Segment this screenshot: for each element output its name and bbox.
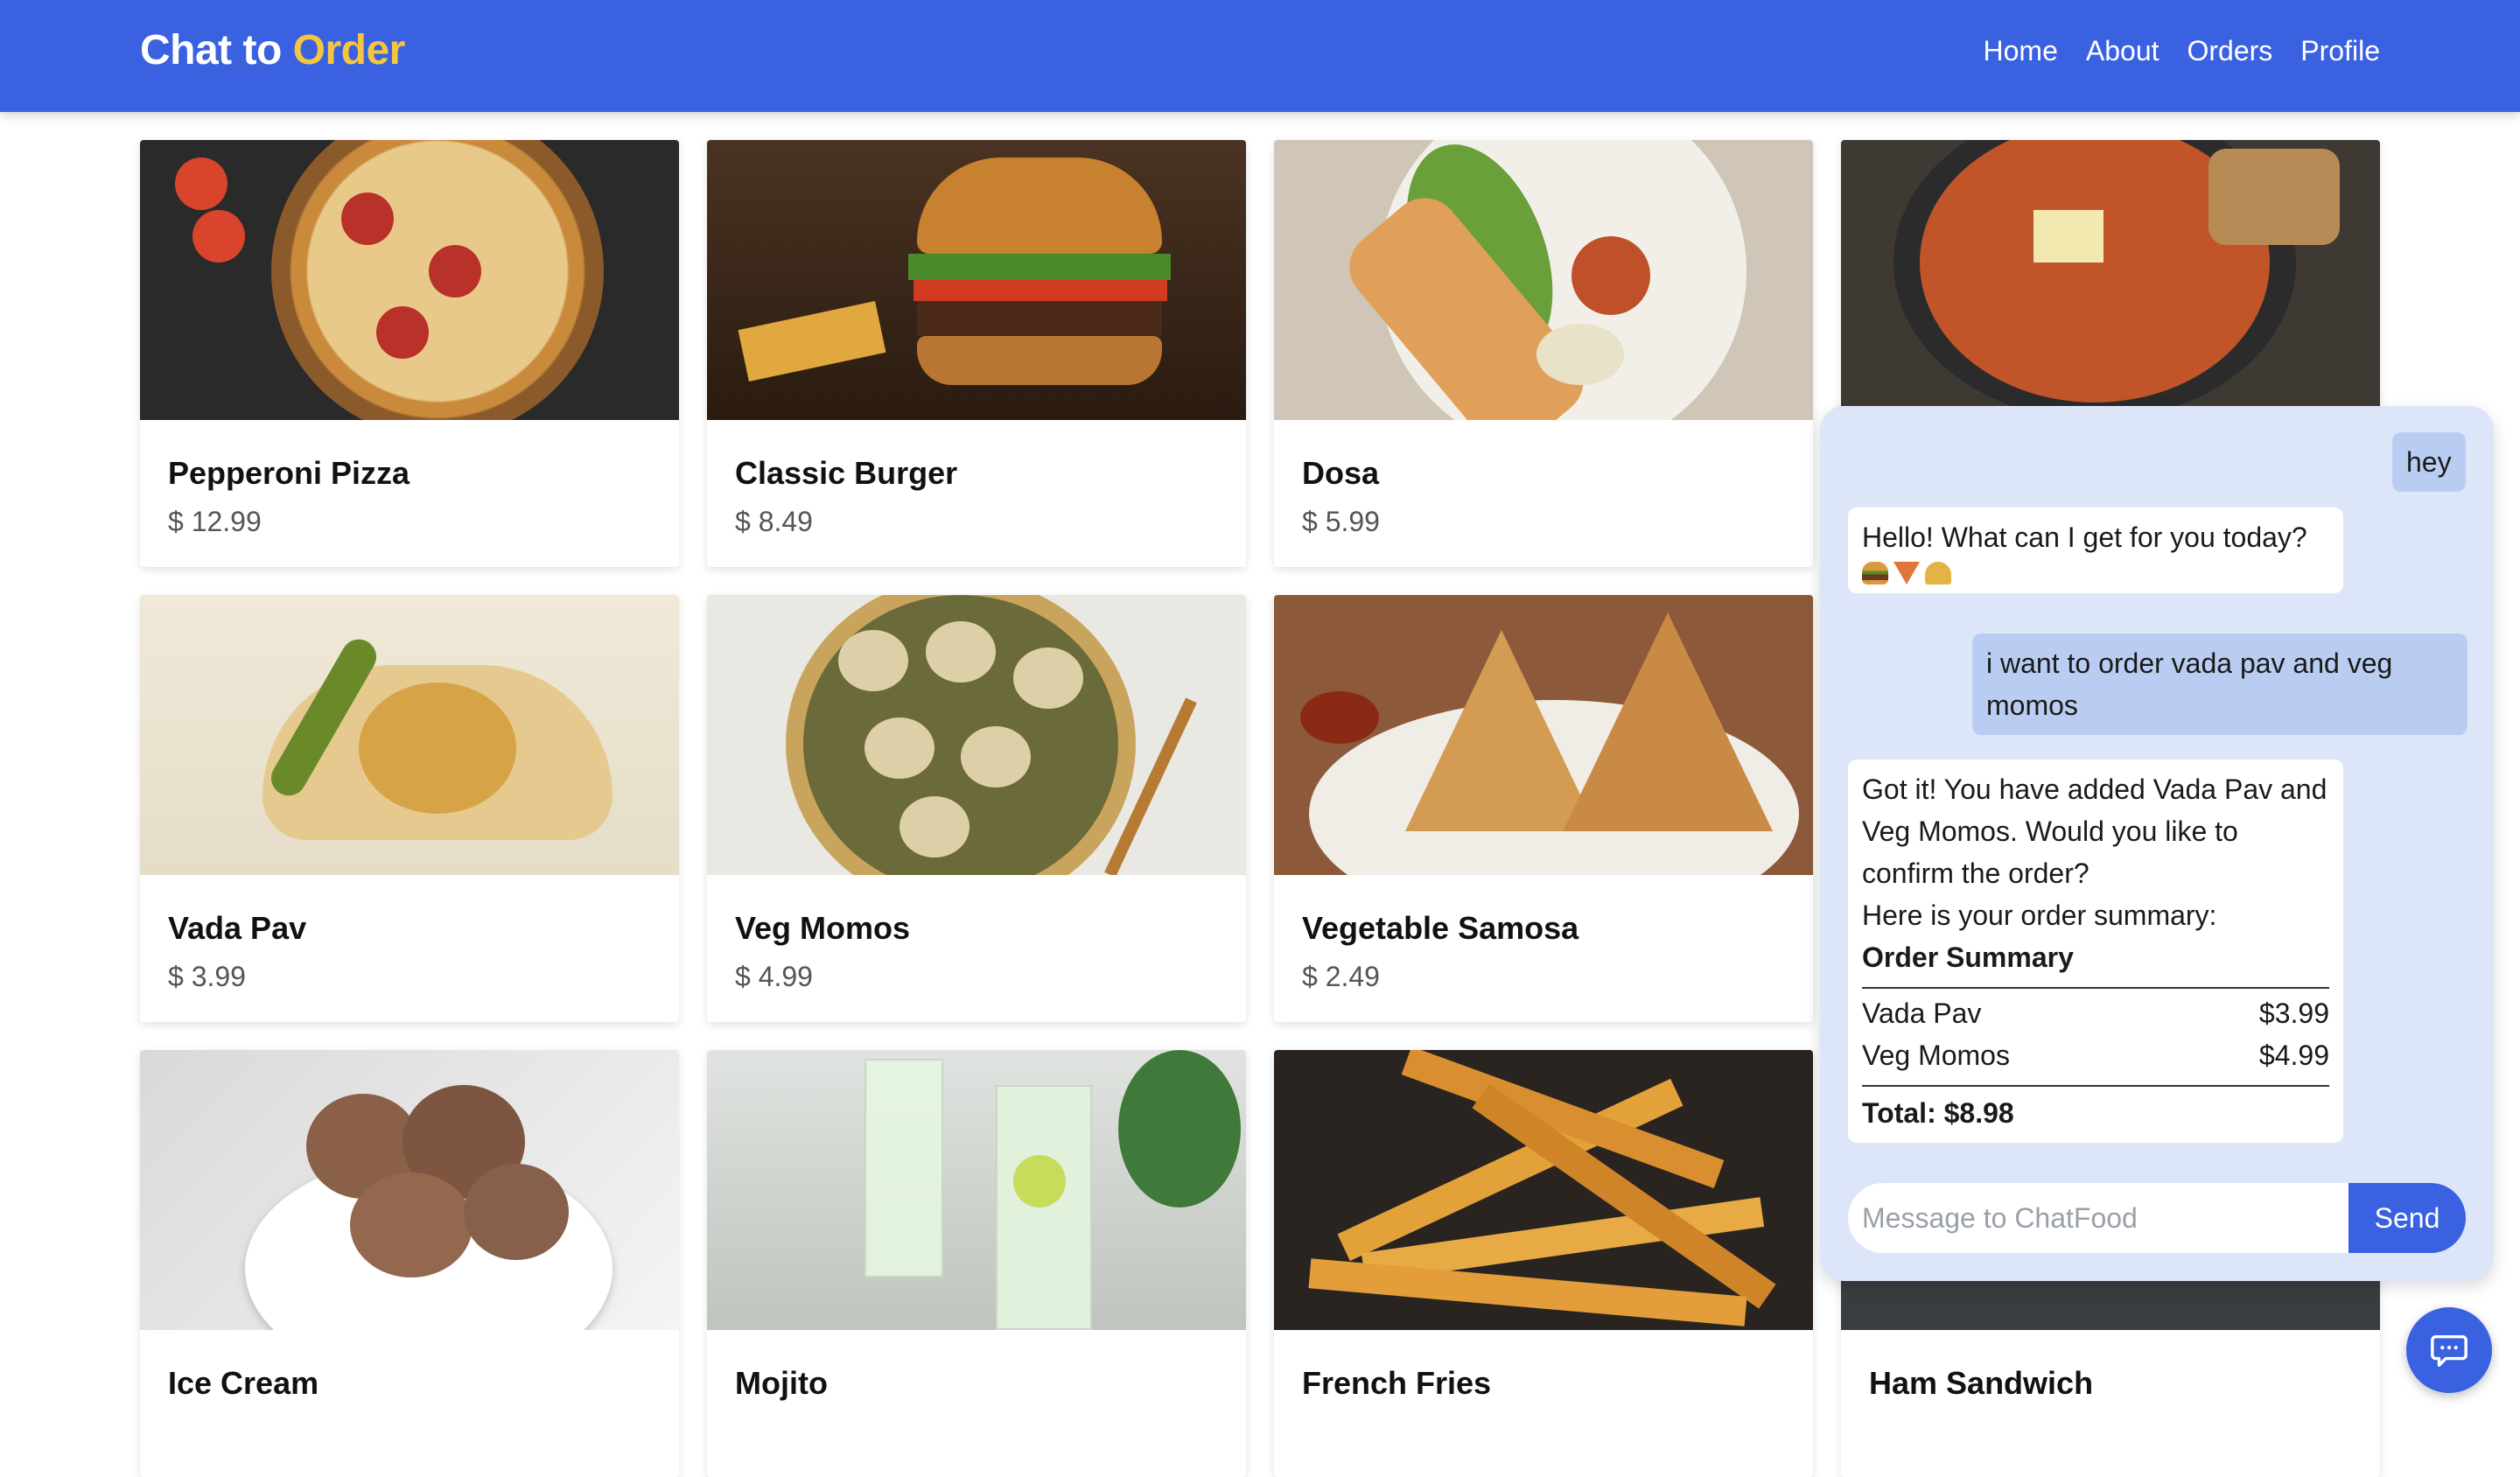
item-name: Classic Burger: [735, 455, 958, 491]
brand-accent-text: Order: [292, 27, 406, 74]
message-text-line: i want to order vada pav and veg: [1986, 648, 2393, 679]
nav-home-link[interactable]: Home: [1984, 35, 2058, 67]
emoji-row: [1862, 562, 2329, 584]
menu-card-ice-cream[interactable]: Ice Cream: [140, 1050, 679, 1477]
curry-image: [1841, 140, 2380, 420]
message-text-line: Got it! You have added Vada Pav and: [1862, 774, 2328, 805]
summary-item-price: $4.99: [2258, 1040, 2329, 1071]
message-text-line: momos: [1986, 690, 2078, 721]
brand-logo[interactable]: Chat to Order: [140, 26, 405, 74]
item-price: $ 12.99: [168, 506, 262, 537]
menu-card-mojito[interactable]: Mojito: [707, 1050, 1246, 1477]
menu-card-dosa[interactable]: Dosa $ 5.99: [1274, 140, 1813, 567]
item-name: Vegetable Samosa: [1302, 910, 1579, 946]
message-text-line: confirm the order?: [1862, 858, 2090, 889]
samosa-image: [1274, 595, 1813, 875]
brand-text: Chat to: [140, 27, 293, 74]
chat-panel: hey Hello! What can I get for you today?…: [1820, 406, 2494, 1281]
burger-icon: [1862, 562, 1888, 584]
navbar: Chat to Order Home About Orders Profile: [0, 0, 2520, 112]
summary-item-name: Vada Pav: [1862, 998, 1982, 1029]
summary-item-price: $3.99: [2258, 998, 2329, 1029]
message-text-line: Veg Momos. Would you like to: [1862, 816, 2238, 847]
summary-row: Veg Momos $4.99: [1862, 1034, 2329, 1076]
item-name: Mojito: [735, 1365, 828, 1401]
pizza-icon: [1894, 562, 1920, 584]
summary-total: Total: $8.98: [1862, 1097, 2014, 1129]
chat-bubble-icon: [2431, 1334, 2468, 1367]
item-price: $ 3.99: [168, 961, 246, 992]
menu-card-french-fries[interactable]: French Fries: [1274, 1050, 1813, 1477]
item-name: Ham Sandwich: [1869, 1365, 2094, 1401]
chat-message-bot: Hello! What can I get for you today?: [1848, 508, 2343, 593]
chat-message-user: i want to order vada pav and veg momos: [1972, 634, 2468, 735]
item-price: $ 5.99: [1302, 506, 1380, 537]
menu-card-classic-burger[interactable]: Classic Burger $ 8.49: [707, 140, 1246, 567]
nav-profile-link[interactable]: Profile: [2300, 35, 2380, 67]
item-name: Dosa: [1302, 455, 1380, 491]
item-name: Ice Cream: [168, 1365, 319, 1401]
vada-pav-image: [140, 595, 679, 875]
nav-orders-link[interactable]: Orders: [2188, 35, 2273, 67]
item-price: $ 2.49: [1302, 961, 1380, 992]
taco-icon: [1925, 562, 1951, 584]
menu-card-veg-momos[interactable]: Veg Momos $ 4.99: [707, 595, 1246, 1022]
summary-item-name: Veg Momos: [1862, 1040, 2010, 1071]
fries-image: [1274, 1050, 1813, 1330]
nav-about-link[interactable]: About: [2086, 35, 2160, 67]
momos-image: [707, 595, 1246, 875]
ice-cream-image: [140, 1050, 679, 1330]
message-text: hey: [2406, 446, 2452, 478]
item-name: Veg Momos: [735, 910, 911, 946]
menu-card-vada-pav[interactable]: Vada Pav $ 3.99: [140, 595, 679, 1022]
burger-image: [707, 140, 1246, 420]
item-price: $ 4.99: [735, 961, 813, 992]
send-button[interactable]: Send: [2348, 1183, 2466, 1253]
chat-message-user: hey: [2392, 432, 2466, 492]
message-text-line: Here is your order summary:: [1862, 900, 2217, 931]
summary-row: Vada Pav $3.99: [1862, 992, 2329, 1034]
menu-card-vegetable-samosa[interactable]: Vegetable Samosa $ 2.49: [1274, 595, 1813, 1022]
pizza-image: [140, 140, 679, 420]
nav-links: Home About Orders Profile: [1984, 35, 2380, 67]
message-text: Hello! What can I get for you today?: [1862, 522, 2307, 553]
summary-divider: [1862, 987, 2329, 989]
dosa-image: [1274, 140, 1813, 420]
chat-toggle-button[interactable]: [2406, 1307, 2492, 1393]
order-summary-title: Order Summary: [1862, 942, 2074, 973]
summary-divider: [1862, 1085, 2329, 1087]
chat-message-bot-summary: Got it! You have added Vada Pav and Veg …: [1848, 760, 2343, 1143]
chat-message-input[interactable]: [1848, 1183, 2348, 1253]
item-name: French Fries: [1302, 1365, 1492, 1401]
item-price: $ 8.49: [735, 506, 813, 537]
item-name: Pepperoni Pizza: [168, 455, 410, 491]
item-name: Vada Pav: [168, 910, 307, 946]
menu-card-pepperoni-pizza[interactable]: Pepperoni Pizza $ 12.99: [140, 140, 679, 567]
mojito-image: [707, 1050, 1246, 1330]
